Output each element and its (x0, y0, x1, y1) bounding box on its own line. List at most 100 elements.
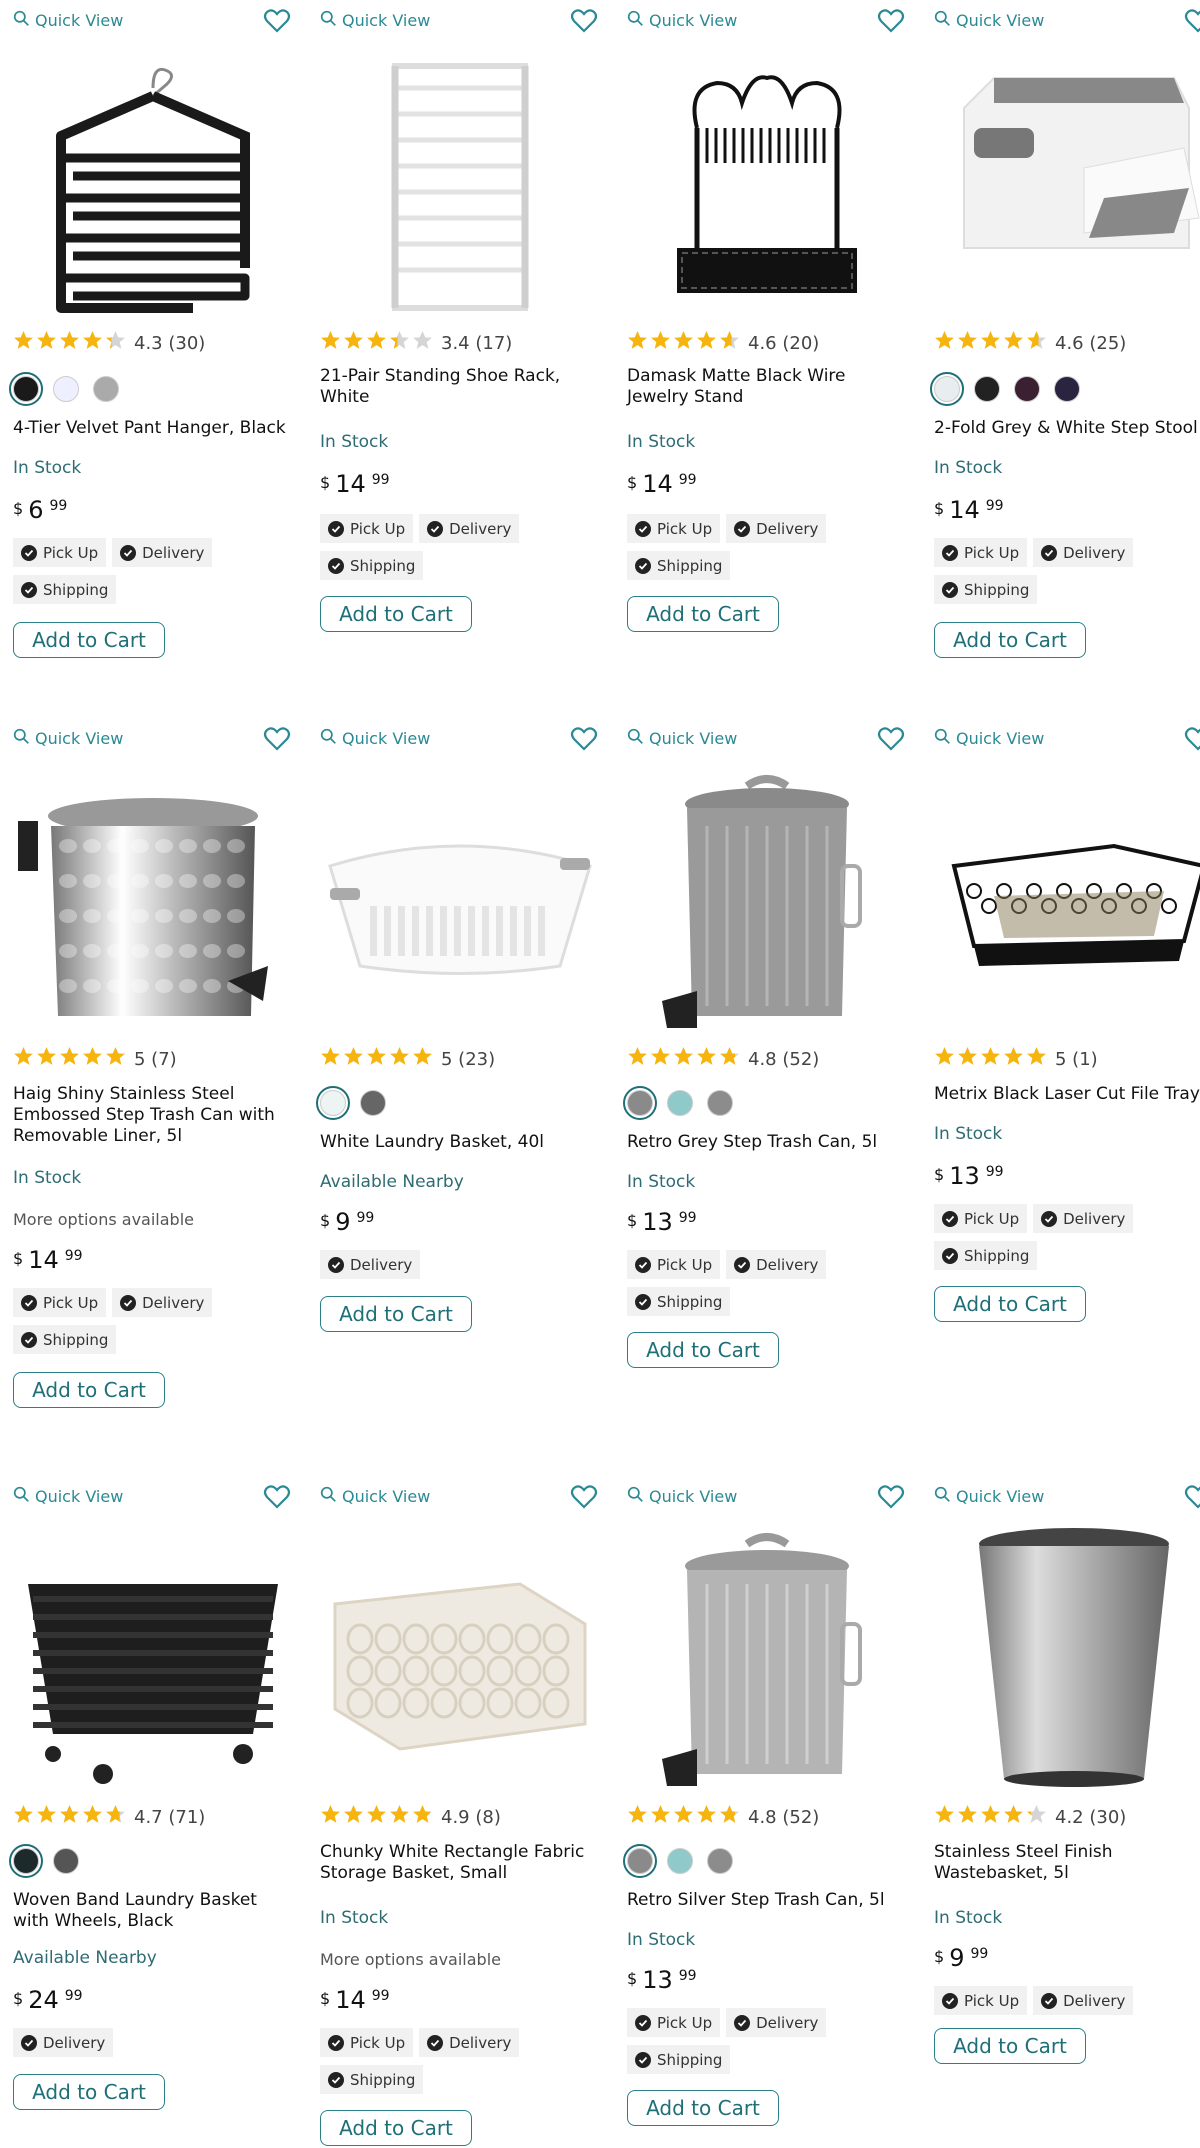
product-image[interactable] (934, 48, 1200, 318)
product-image[interactable] (320, 48, 600, 318)
add-to-cart-button[interactable]: Add to Cart (934, 1286, 1086, 1322)
color-swatch[interactable] (667, 1848, 693, 1874)
add-to-cart-button[interactable]: Add to Cart (934, 622, 1086, 658)
product-price: $13 99 (934, 1162, 1004, 1190)
product-image[interactable] (934, 766, 1200, 1036)
fulfillment-chip: Delivery (1033, 1204, 1134, 1233)
quick-view-link[interactable]: Quick View (13, 728, 123, 749)
quick-view-link[interactable]: Quick View (627, 1486, 737, 1507)
product-title[interactable]: Chunky White Rectangle Fabric Storage Ba… (320, 1842, 605, 1884)
quick-view-link[interactable]: Quick View (13, 1486, 123, 1507)
add-to-cart-button[interactable]: Add to Cart (627, 1332, 779, 1368)
fulfillment-chip: Delivery (13, 2028, 114, 2057)
product-title[interactable]: 21-Pair Standing Shoe Rack, White (320, 366, 605, 408)
heart-icon[interactable] (570, 726, 598, 752)
product-image[interactable] (13, 48, 293, 318)
product-title[interactable]: 4-Tier Velvet Pant Hanger, Black (13, 418, 298, 439)
product-image[interactable] (320, 1524, 600, 1794)
color-swatch[interactable] (1014, 376, 1040, 402)
check-circle-icon (942, 1992, 958, 2009)
fulfillment-label: Pick Up (964, 1991, 1020, 2010)
heart-icon[interactable] (570, 8, 598, 34)
add-to-cart-button[interactable]: Add to Cart (627, 2090, 779, 2126)
product-title[interactable]: Retro Grey Step Trash Can, 5l (627, 1132, 912, 1153)
color-swatch[interactable] (360, 1090, 386, 1116)
color-swatch[interactable] (53, 1848, 79, 1874)
product-title[interactable]: 2-Fold Grey & White Step Stool (934, 418, 1200, 439)
heart-icon[interactable] (1184, 1484, 1200, 1510)
heart-icon[interactable] (1184, 726, 1200, 752)
fulfillment-label: Delivery (756, 2013, 819, 2032)
star-rating (627, 1046, 740, 1072)
product-title[interactable]: Stainless Steel Finish Wastebasket, 5l (934, 1842, 1200, 1884)
add-to-cart-button[interactable]: Add to Cart (13, 1372, 165, 1408)
quick-view-link[interactable]: Quick View (320, 1486, 430, 1507)
color-swatch[interactable] (9, 1844, 43, 1878)
product-image[interactable] (13, 766, 293, 1036)
star-icon (366, 1046, 387, 1072)
color-swatch[interactable] (974, 376, 1000, 402)
quick-view-label: Quick View (342, 729, 431, 748)
fulfillment-chip: Pick Up (934, 1986, 1028, 2015)
fulfillment-label: Shipping (657, 1292, 723, 1311)
add-to-cart-button[interactable]: Add to Cart (627, 596, 779, 632)
heart-icon[interactable] (263, 1484, 291, 1510)
color-swatch[interactable] (53, 376, 79, 402)
quick-view-link[interactable]: Quick View (627, 728, 737, 749)
product-title[interactable]: Damask Matte Black Wire Jewelry Stand (627, 366, 912, 408)
quick-view-link[interactable]: Quick View (320, 10, 430, 31)
add-to-cart-button[interactable]: Add to Cart (320, 2110, 472, 2146)
heart-icon[interactable] (263, 8, 291, 34)
product-title[interactable]: Retro Silver Step Trash Can, 5l (627, 1890, 912, 1911)
color-swatch[interactable] (316, 1086, 350, 1120)
heart-icon[interactable] (1184, 8, 1200, 34)
quick-view-link[interactable]: Quick View (934, 728, 1044, 749)
stock-status: In Stock (934, 458, 1003, 478)
add-to-cart-button[interactable]: Add to Cart (934, 2028, 1086, 2064)
quick-view-label: Quick View (956, 11, 1045, 30)
add-to-cart-button[interactable]: Add to Cart (320, 1296, 472, 1332)
product-image[interactable] (934, 1524, 1200, 1794)
check-circle-icon (635, 2014, 651, 2031)
product-image[interactable] (627, 1524, 907, 1794)
quick-view-link[interactable]: Quick View (934, 10, 1044, 31)
color-swatch[interactable] (623, 1844, 657, 1878)
quick-view-link[interactable]: Quick View (320, 728, 430, 749)
heart-icon[interactable] (877, 726, 905, 752)
quick-view-link[interactable]: Quick View (13, 10, 123, 31)
product-title[interactable]: White Laundry Basket, 40l (320, 1132, 605, 1153)
color-swatch[interactable] (930, 372, 964, 406)
star-icon (1003, 330, 1024, 356)
color-swatch[interactable] (707, 1848, 733, 1874)
color-swatch[interactable] (623, 1086, 657, 1120)
add-to-cart-button[interactable]: Add to Cart (13, 2074, 165, 2110)
check-circle-icon (942, 544, 958, 561)
color-swatch[interactable] (707, 1090, 733, 1116)
heart-icon[interactable] (263, 726, 291, 752)
price-cents: 99 (356, 1210, 375, 1226)
quick-view-link[interactable]: Quick View (934, 1486, 1044, 1507)
heart-icon[interactable] (877, 1484, 905, 1510)
product-image[interactable] (627, 766, 907, 1036)
color-swatch[interactable] (9, 372, 43, 406)
product-image[interactable] (627, 48, 907, 318)
heart-icon[interactable] (570, 1484, 598, 1510)
product-title[interactable]: Metrix Black Laser Cut File Tray (934, 1084, 1200, 1105)
product-title[interactable]: Woven Band Laundry Basket with Wheels, B… (13, 1890, 298, 1932)
heart-icon[interactable] (877, 8, 905, 34)
color-swatch[interactable] (1054, 376, 1080, 402)
star-icon (320, 1804, 341, 1830)
star-icon (389, 330, 410, 356)
rating-text: 5 (23) (441, 1048, 496, 1070)
color-swatch[interactable] (93, 376, 119, 402)
quick-view-link[interactable]: Quick View (627, 10, 737, 31)
add-to-cart-button[interactable]: Add to Cart (13, 622, 165, 658)
add-to-cart-button[interactable]: Add to Cart (320, 596, 472, 632)
fulfillment-chip: Shipping (627, 551, 731, 580)
check-circle-icon (21, 581, 37, 598)
color-swatch[interactable] (667, 1090, 693, 1116)
product-image[interactable] (13, 1524, 293, 1794)
product-title[interactable]: Haig Shiny Stainless Steel Embossed Step… (13, 1084, 298, 1147)
fulfillment-label: Shipping (964, 580, 1030, 599)
product-image[interactable] (320, 766, 600, 1036)
